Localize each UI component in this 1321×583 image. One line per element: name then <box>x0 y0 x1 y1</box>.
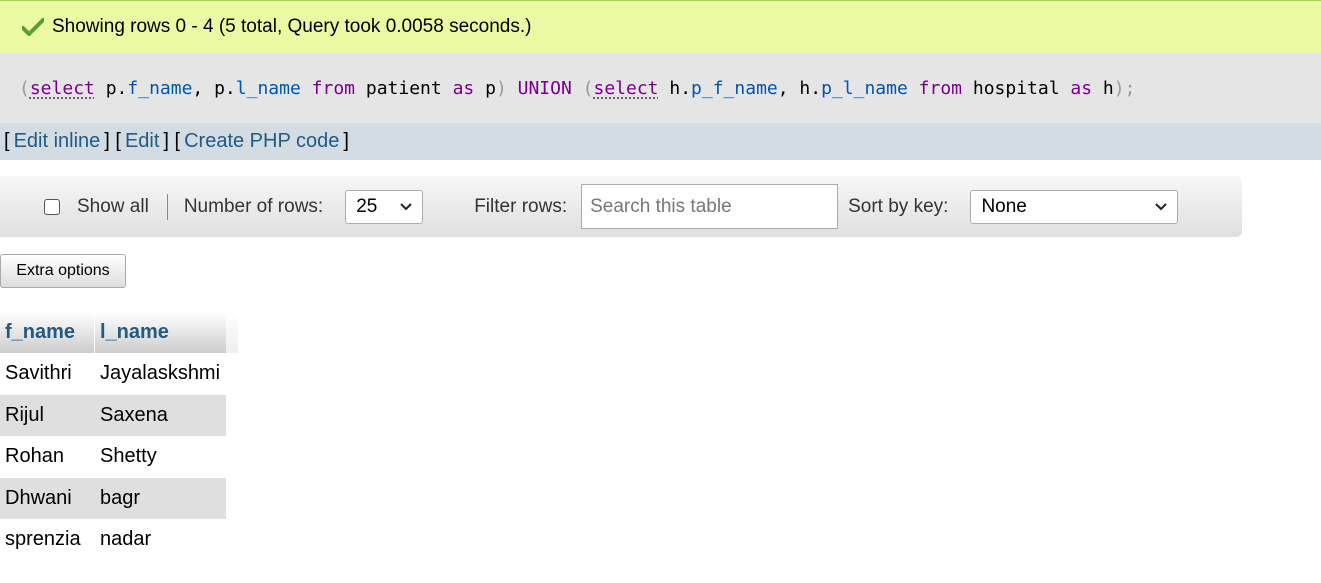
extra-options-button[interactable]: Extra options <box>0 254 126 288</box>
sql-keyword: from <box>311 77 356 99</box>
sql-paren: ); <box>1113 77 1136 99</box>
column-header-stub <box>226 312 238 353</box>
table-header-row: f_name l_name <box>0 312 226 353</box>
sort-by-key-select[interactable]: None <box>970 189 1179 224</box>
table-cell: nadar <box>95 519 226 561</box>
create-php-code-link[interactable]: Create PHP code <box>184 130 339 153</box>
check-icon <box>22 18 44 36</box>
table-navigation-panel: Show all Number of rows: 25 Filter rows:… <box>0 176 1242 237</box>
table-cell: Shetty <box>95 436 226 478</box>
sql-paren: ( <box>582 77 594 99</box>
table-cell: Savithri <box>0 353 95 395</box>
show-all-label[interactable]: Show all <box>77 196 149 218</box>
column-header-l-name[interactable]: l_name <box>95 312 226 353</box>
sql-text: patient <box>355 77 453 99</box>
success-text: Showing rows 0 - 4 (5 total, Query took … <box>52 16 532 37</box>
sql-keyword: as <box>1070 77 1093 99</box>
table-cell: bagr <box>95 477 226 519</box>
sql-paren: ( <box>19 77 30 99</box>
edit-link[interactable]: Edit <box>125 130 159 153</box>
table-row[interactable]: Rohan Shetty <box>0 436 226 478</box>
sql-text: , h. <box>777 77 822 99</box>
sql-text: hospital <box>962 77 1071 99</box>
show-all-checkbox[interactable] <box>44 198 60 215</box>
number-of-rows-select[interactable]: 25 <box>345 189 424 224</box>
table-row[interactable]: Dhwani bagr <box>0 477 226 519</box>
table-cell: Dhwani <box>0 477 95 519</box>
table-row[interactable]: sprenzia nadar <box>0 519 226 561</box>
table-cell: Rohan <box>0 436 95 478</box>
sql-text: h. <box>658 77 692 99</box>
table-cell: Saxena <box>95 394 226 436</box>
sql-keyword: UNION <box>517 77 572 99</box>
sql-field: l_name <box>235 77 301 99</box>
results-table: f_name l_name Savithri Jayalaskshmi Riju… <box>0 312 226 561</box>
chevron-down-icon <box>400 202 412 210</box>
sql-field: p_l_name <box>821 77 908 99</box>
table-cell: Jayalaskshmi <box>95 353 226 395</box>
bracket: ] [ <box>104 130 121 152</box>
table-row[interactable]: Rijul Saxena <box>0 394 226 436</box>
filter-rows-input[interactable] <box>581 184 839 229</box>
bracket: [ <box>4 130 10 152</box>
bracket: ] <box>343 130 349 152</box>
sort-by-key-label: Sort by key: <box>848 195 949 217</box>
sql-paren: ) <box>495 77 507 99</box>
sql-keyword: as <box>452 77 475 99</box>
bracket: ] [ <box>163 130 181 152</box>
number-of-rows-value: 25 <box>356 195 378 217</box>
sql-query: (select p.f_name, p.l_name from patient … <box>19 78 1135 99</box>
query-actions-bar: [ Edit inline ] [ Edit ] [ Create PHP co… <box>0 123 1321 160</box>
table-row[interactable]: Savithri Jayalaskshmi <box>0 353 226 395</box>
table-cell: Rijul <box>0 394 95 436</box>
sql-field: p_f_name <box>691 77 778 99</box>
column-header-f-name[interactable]: f_name <box>0 312 95 353</box>
sql-text: p. <box>94 77 128 99</box>
success-message: Showing rows 0 - 4 (5 total, Query took … <box>0 0 1321 53</box>
filter-rows-label: Filter rows: <box>474 195 568 217</box>
sql-query-box: (select p.f_name, p.l_name from patient … <box>0 53 1321 123</box>
sql-keyword: select <box>593 77 659 99</box>
sort-by-key-value: None <box>981 195 1027 217</box>
sql-text: h <box>1092 77 1114 99</box>
chevron-down-icon <box>1155 202 1168 210</box>
sql-text: p <box>474 77 496 99</box>
sql-keyword: from <box>918 77 963 99</box>
sql-keyword: select <box>29 77 95 99</box>
edit-inline-link[interactable]: Edit inline <box>14 130 101 153</box>
divider <box>166 193 168 220</box>
number-of-rows-label: Number of rows: <box>183 195 324 217</box>
table-cell: sprenzia <box>0 519 95 561</box>
sql-text: , p. <box>192 77 236 99</box>
sql-field: f_name <box>127 77 193 99</box>
